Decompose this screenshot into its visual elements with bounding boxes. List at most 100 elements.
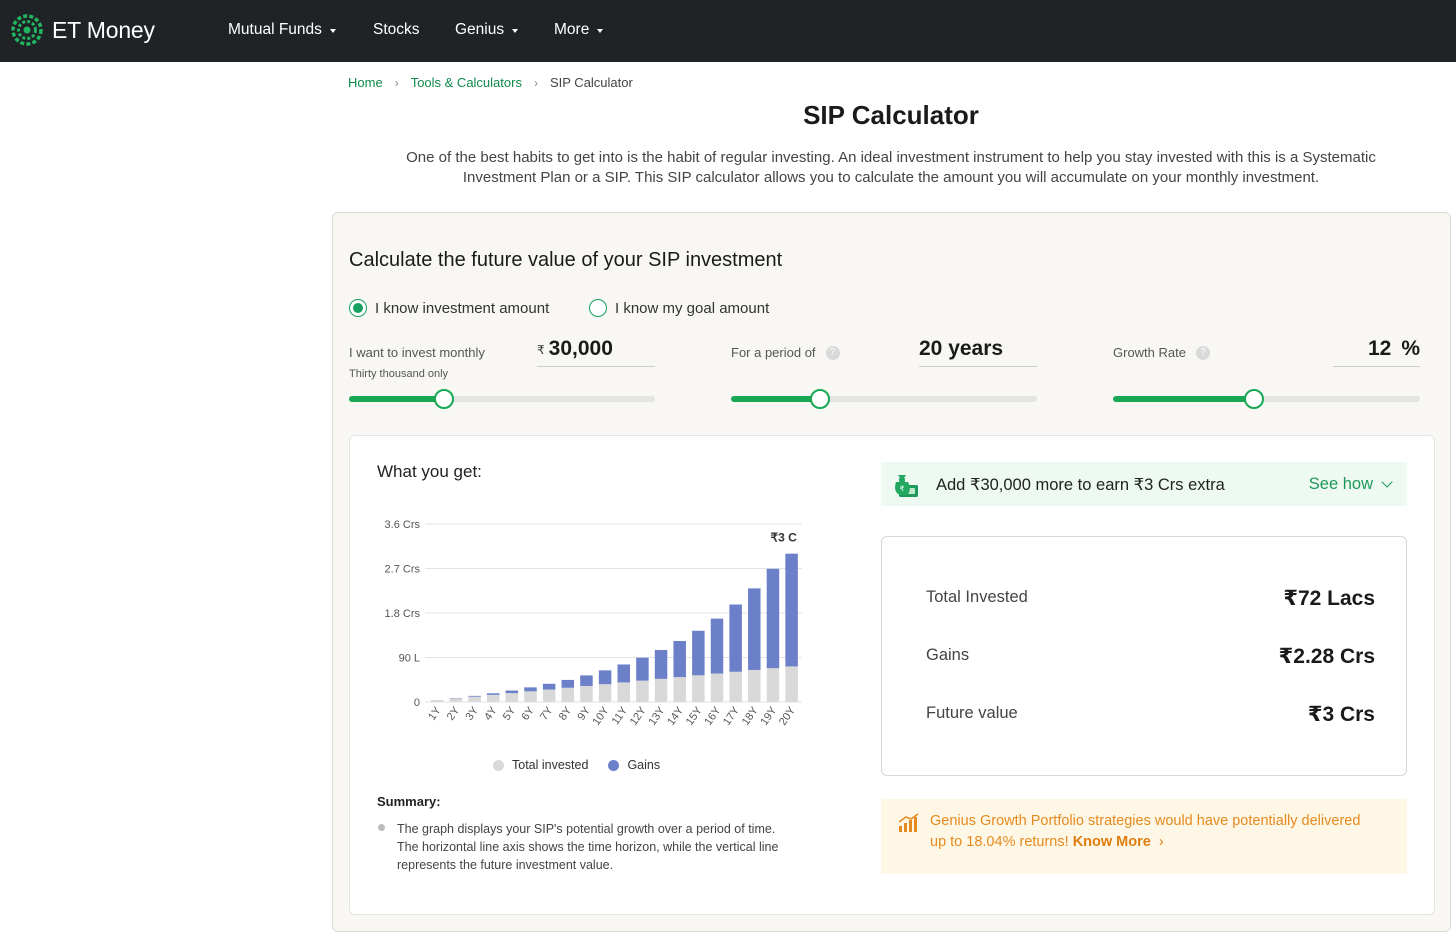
legend-invested-swatch (493, 760, 504, 771)
x-tick-label: 8Y (557, 704, 575, 722)
radio-know-goal[interactable]: I know my goal amount (589, 299, 769, 317)
growth-slider[interactable] (1113, 396, 1420, 402)
radio-know-investment[interactable]: I know investment amount (349, 299, 549, 317)
see-how-link[interactable]: See how (1309, 475, 1391, 494)
bar-invested (711, 674, 724, 702)
rupee-symbol: ₹ (537, 343, 545, 357)
x-tick-label: 18Y (740, 704, 761, 727)
bar-invested (785, 666, 798, 702)
bar-gains (524, 687, 537, 691)
bar-gains (618, 664, 631, 682)
period-slider[interactable] (731, 396, 1037, 402)
bar-gains (655, 650, 668, 679)
x-tick-label: 7Y (538, 704, 556, 722)
add-more-promo[interactable]: ₹ Add ₹30,000 more to earn ₹3 Crs extra … (881, 462, 1407, 506)
caret-down-icon (512, 29, 518, 33)
x-tick-label: 14Y (665, 704, 686, 727)
radio-label: I know my goal amount (615, 300, 769, 317)
know-more-link[interactable]: Know More › (1073, 834, 1164, 850)
period-label: For a period of ? (731, 345, 840, 360)
bar-gains (543, 684, 556, 690)
monthly-label: I want to invest monthly (349, 345, 485, 360)
bar-invested (636, 681, 649, 702)
chart-top-label: ₹3 C (770, 531, 797, 545)
total-invested-value: ₹72 Lacs (1283, 586, 1375, 611)
monthly-label-text: I want to invest monthly (349, 345, 485, 360)
nav-stocks[interactable]: Stocks (373, 21, 420, 39)
page-intro: One of the best habits to get into is th… (372, 148, 1410, 188)
slider-fill (731, 396, 820, 402)
help-icon[interactable]: ? (826, 346, 840, 360)
bar-invested (562, 688, 575, 702)
slider-thumb[interactable] (1244, 389, 1264, 409)
period-input[interactable]: 20 years (919, 337, 1037, 367)
help-icon[interactable]: ? (1196, 346, 1210, 360)
what-you-get-title: What you get: (377, 462, 482, 482)
calculator-heading: Calculate the future value of your SIP i… (349, 249, 782, 272)
bar-invested (673, 677, 686, 702)
bar-gains (562, 680, 575, 688)
bar-gains (692, 631, 705, 676)
calculator-card: Calculate the future value of your SIP i… (332, 212, 1451, 932)
nav-genius[interactable]: Genius (455, 21, 518, 39)
breadcrumb: Home › Tools & Calculators › SIP Calcula… (348, 75, 633, 90)
bar-invested (618, 682, 631, 702)
x-tick-label: 3Y (463, 704, 481, 722)
growth-label: Growth Rate ? (1113, 345, 1210, 360)
chevron-right-icon: › (1159, 834, 1164, 850)
slider-thumb[interactable] (434, 389, 454, 409)
svg-text:₹: ₹ (900, 485, 905, 493)
y-tick-label: 3.6 Crs (385, 519, 421, 531)
future-value-label: Future value (926, 704, 1018, 723)
bar-invested (506, 693, 518, 702)
x-tick-label: 19Y (758, 704, 779, 727)
breadcrumb-home[interactable]: Home (348, 75, 383, 90)
radio-checked-icon (349, 299, 367, 317)
nav-item-label: Genius (455, 21, 504, 39)
future-value-value: ₹3 Crs (1308, 702, 1375, 727)
bar-invested (748, 670, 761, 702)
x-tick-label: 4Y (482, 704, 500, 722)
bar-gains (785, 554, 798, 667)
x-tick-label: 1Y (426, 704, 444, 722)
total-invested-label: Total Invested (926, 588, 1028, 607)
bar-gains (711, 619, 724, 674)
slider-fill (349, 396, 444, 402)
bar-invested (655, 679, 668, 702)
x-tick-label: 2Y (445, 704, 463, 722)
caret-down-icon (597, 29, 603, 33)
bar-invested (450, 698, 463, 702)
x-tick-label: 16Y (702, 704, 723, 727)
slider-thumb[interactable] (810, 389, 830, 409)
breadcrumb-tools[interactable]: Tools & Calculators (411, 75, 522, 90)
bar-invested (543, 690, 556, 702)
bar-gains (636, 658, 649, 681)
x-tick-label: 12Y (628, 704, 649, 727)
x-tick-label: 17Y (721, 704, 742, 727)
bar-invested (729, 672, 742, 702)
nav-mutual-funds[interactable]: Mutual Funds (228, 21, 336, 39)
percent-symbol: % (1401, 337, 1420, 361)
growth-rate-input[interactable]: 12 % (1333, 337, 1420, 367)
bar-invested (580, 686, 593, 702)
growth-label-text: Growth Rate (1113, 345, 1186, 360)
et-money-logo-icon (10, 13, 44, 47)
breadcrumb-separator: › (395, 76, 399, 90)
genius-promo: Genius Growth Portfolio strategies would… (881, 799, 1407, 874)
nav-more[interactable]: More (554, 21, 603, 39)
bar-invested (767, 668, 780, 702)
monthly-amount-input[interactable]: ₹ 30,000 (537, 337, 655, 367)
chevron-down-icon (1381, 476, 1392, 487)
y-tick-label: 1.8 Crs (385, 608, 421, 620)
bar-gains (599, 670, 612, 684)
bar-invested (431, 700, 444, 702)
bar-chart-icon (898, 813, 920, 833)
bar-gains (767, 569, 780, 668)
money-bag-icon: ₹ (892, 472, 920, 498)
bullet-icon (378, 824, 385, 831)
x-tick-label: 20Y (777, 704, 798, 727)
x-tick-label: 15Y (684, 704, 705, 727)
bar-gains (729, 604, 742, 671)
brand-logo[interactable]: ET Money (10, 13, 155, 47)
monthly-slider[interactable] (349, 396, 655, 402)
